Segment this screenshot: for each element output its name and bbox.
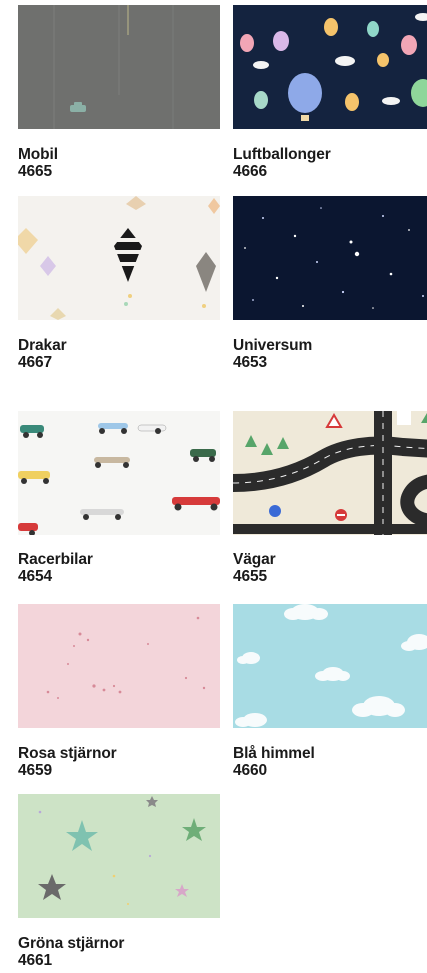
caption-grona-stjarnor: Gröna stjärnor 4661	[18, 935, 124, 969]
caption-rosa-stjarnor: Rosa stjärnor 4659	[18, 745, 117, 779]
item-name: Vägar	[233, 551, 276, 568]
item-code: 4665	[18, 163, 53, 180]
item-code: 4655	[233, 568, 268, 585]
item-code: 4667	[18, 354, 53, 371]
item-name: Blå himmel	[233, 745, 315, 762]
caption-racerbilar: Racerbilar 4654	[18, 551, 93, 585]
caption-universum: Universum 4653	[233, 337, 312, 371]
item-name: Luftballonger	[233, 146, 331, 163]
item-name: Racerbilar	[18, 551, 93, 568]
item-code: 4661	[18, 952, 53, 969]
swatch-vagar[interactable]	[233, 411, 427, 535]
item-code: 4659	[18, 762, 53, 779]
caption-mobil: Mobil 4665	[18, 146, 58, 180]
swatch-drakar[interactable]	[18, 196, 220, 320]
swatch-universum[interactable]	[233, 196, 427, 320]
item-name: Universum	[233, 337, 313, 354]
item-code: 4660	[233, 762, 268, 779]
swatch-luftballonger[interactable]	[233, 5, 427, 129]
item-name: Rosa stjärnor	[18, 745, 117, 762]
item-name: Gröna stjärnor	[18, 935, 125, 952]
caption-vagar: Vägar 4655	[233, 551, 276, 585]
swatch-grona-stjarnor[interactable]	[18, 794, 220, 918]
swatch-bla-himmel[interactable]	[233, 604, 427, 728]
item-code: 4666	[233, 163, 268, 180]
item-name: Drakar	[18, 337, 67, 354]
caption-bla-himmel: Blå himmel 4660	[233, 745, 315, 779]
item-name: Mobil	[18, 146, 58, 163]
item-code: 4653	[233, 354, 268, 371]
swatch-rosa-stjarnor[interactable]	[18, 604, 220, 728]
item-code: 4654	[18, 568, 53, 585]
caption-luftballonger: Luftballonger 4666	[233, 146, 331, 180]
swatch-mobil[interactable]	[18, 5, 220, 129]
caption-drakar: Drakar 4667	[18, 337, 67, 371]
swatch-racerbilar[interactable]	[18, 411, 220, 535]
